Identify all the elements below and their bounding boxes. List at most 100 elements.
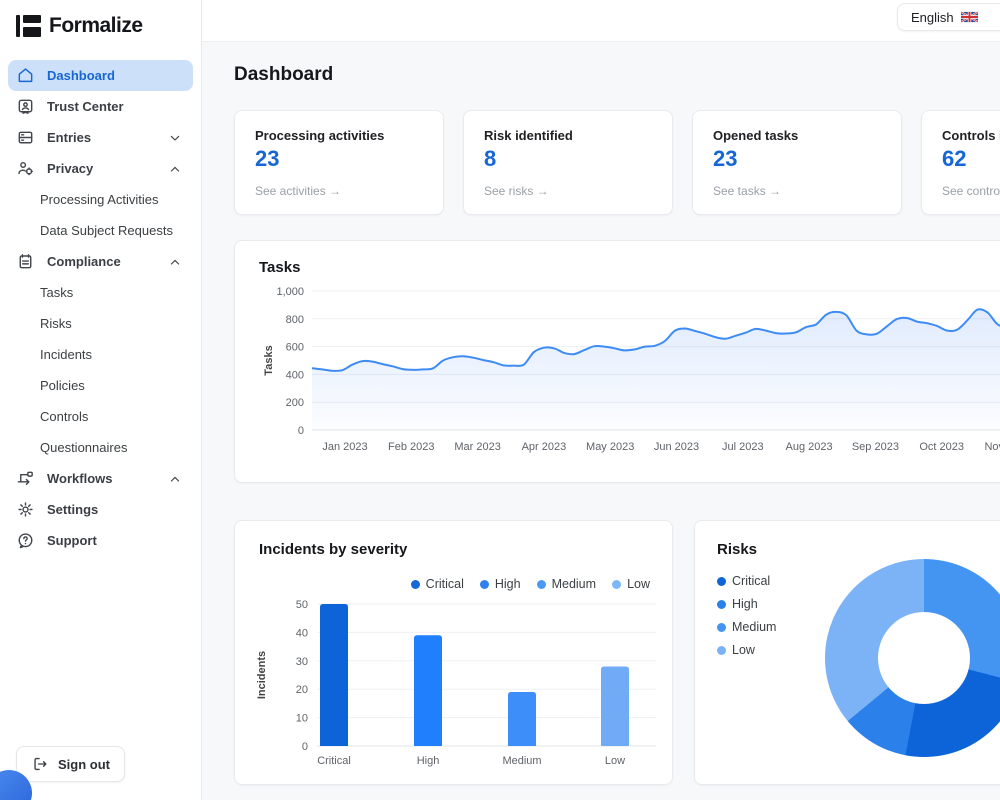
- incidents-chart-card: Incidents by severity CriticalHighMedium…: [234, 520, 673, 785]
- svg-text:Jan 2023: Jan 2023: [322, 441, 367, 453]
- svg-text:30: 30: [296, 656, 308, 668]
- compliance-icon: [16, 252, 35, 271]
- main-area: English Dashboard Processing activities2…: [202, 0, 1000, 800]
- sidebar-item-label: Support: [47, 533, 97, 548]
- risks-chart-card: Risks Critical High Medium Low: [694, 520, 1000, 785]
- stat-card-risk-identified: Risk identified 8 See risks →: [463, 110, 673, 215]
- sidebar-item-label: Workflows: [47, 471, 113, 486]
- stat-link[interactable]: See activities →: [255, 184, 423, 198]
- svg-text:50: 50: [296, 599, 308, 611]
- legend-dot-icon: [717, 600, 726, 609]
- svg-text:0: 0: [298, 425, 304, 437]
- settings-icon: [16, 500, 35, 519]
- tasks-chart-title: Tasks: [259, 259, 1000, 276]
- sidebar-item-label: Data Subject Requests: [40, 223, 173, 238]
- sidebar-item-support[interactable]: Support: [8, 525, 193, 556]
- svg-text:600: 600: [286, 342, 304, 354]
- legend-dot-icon: [717, 623, 726, 632]
- bottom-charts-row: Incidents by severity CriticalHighMedium…: [234, 520, 1000, 785]
- svg-text:Low: Low: [605, 755, 625, 767]
- svg-text:May 2023: May 2023: [586, 441, 634, 453]
- sidebar-item-questionnaires[interactable]: Questionnaires: [8, 432, 193, 463]
- svg-text:40: 40: [296, 627, 308, 639]
- tasks-chart-card: Tasks 02004006008001,000TasksJan 2023Feb…: [234, 240, 1000, 483]
- stat-value: 62: [942, 146, 1000, 172]
- formalize-logo-icon: [16, 15, 41, 37]
- sign-out-button[interactable]: Sign out: [16, 746, 125, 782]
- sidebar-item-incidents[interactable]: Incidents: [8, 339, 193, 370]
- language-selector[interactable]: English: [897, 3, 1000, 31]
- stat-label: Opened tasks: [713, 128, 881, 143]
- sidebar-item-settings[interactable]: Settings: [8, 494, 193, 525]
- svg-text:Incidents: Incidents: [256, 651, 268, 699]
- svg-text:Oct 2023: Oct 2023: [919, 441, 964, 453]
- stat-link[interactable]: See controls →: [942, 184, 1000, 198]
- svg-text:10: 10: [296, 713, 308, 725]
- chevron-up-icon: [167, 161, 183, 177]
- privacy-icon: [16, 159, 35, 178]
- risks-chart-title: Risks: [717, 541, 1000, 558]
- language-label: English: [911, 10, 954, 25]
- sidebar-item-label: Questionnaires: [40, 440, 127, 455]
- sidebar: Formalize Dashboard Trust Center Entries Pr…: [0, 0, 202, 800]
- badge-icon: [16, 97, 35, 116]
- sidebar-item-label: Entries: [47, 130, 91, 145]
- sidebar-item-processing-activities[interactable]: Processing Activities: [8, 184, 193, 215]
- svg-text:Apr 2023: Apr 2023: [522, 441, 567, 453]
- svg-text:400: 400: [286, 369, 304, 381]
- sidebar-item-workflows[interactable]: Workflows: [8, 463, 193, 494]
- sidebar-item-label: Dashboard: [47, 68, 115, 83]
- svg-text:800: 800: [286, 314, 304, 326]
- sidebar-item-privacy[interactable]: Privacy: [8, 153, 193, 184]
- entries-icon: [16, 128, 35, 147]
- sidebar-item-label: Tasks: [40, 285, 73, 300]
- stats-row: Processing activities23See activities →R…: [234, 110, 1000, 215]
- brand-logo: Formalize: [0, 0, 201, 44]
- workflows-icon: [16, 469, 35, 488]
- stat-link[interactable]: See risks →: [484, 184, 652, 198]
- svg-text:20: 20: [296, 684, 308, 696]
- stat-label: Risk identified: [484, 128, 652, 143]
- stat-value: 8: [484, 146, 652, 172]
- svg-text:200: 200: [286, 397, 304, 409]
- stat-label: Controls implemented: [942, 128, 1000, 143]
- sidebar-item-label: Policies: [40, 378, 85, 393]
- sidebar-item-trust-center[interactable]: Trust Center: [8, 91, 193, 122]
- stat-label: Processing activities: [255, 128, 423, 143]
- stat-link[interactable]: See tasks →: [713, 184, 881, 198]
- sidebar-nav: Dashboard Trust Center Entries Privacy Proce…: [0, 44, 201, 556]
- sign-out-label: Sign out: [58, 757, 110, 772]
- legend-label: Critical: [732, 574, 770, 588]
- svg-text:High: High: [417, 755, 440, 767]
- sidebar-item-compliance[interactable]: Compliance: [8, 246, 193, 277]
- legend-label: High: [732, 597, 758, 611]
- legend-label: Medium: [732, 620, 776, 634]
- legend-dot-icon: [717, 646, 726, 655]
- svg-text:Nov 2023: Nov 2023: [984, 441, 1000, 453]
- legend-label: Low: [732, 643, 755, 657]
- sidebar-item-label: Risks: [40, 316, 72, 331]
- chevron-up-icon: [167, 471, 183, 487]
- home-icon: [16, 66, 35, 85]
- legend-dot-icon: [717, 577, 726, 586]
- brand-name: Formalize: [49, 14, 143, 38]
- sidebar-item-tasks[interactable]: Tasks: [8, 277, 193, 308]
- sidebar-item-data-subject-requests[interactable]: Data Subject Requests: [8, 215, 193, 246]
- svg-text:Aug 2023: Aug 2023: [786, 441, 833, 453]
- svg-text:Jun 2023: Jun 2023: [654, 441, 699, 453]
- sidebar-item-label: Trust Center: [47, 99, 124, 114]
- sidebar-item-risks[interactable]: Risks: [8, 308, 193, 339]
- sidebar-item-controls[interactable]: Controls: [8, 401, 193, 432]
- stat-card-controls-implemented: Controls implemented 62 See controls →: [921, 110, 1000, 215]
- svg-text:Feb 2023: Feb 2023: [388, 441, 434, 453]
- svg-text:0: 0: [302, 741, 308, 753]
- svg-text:1,000: 1,000: [276, 286, 304, 298]
- sidebar-item-policies[interactable]: Policies: [8, 370, 193, 401]
- dashboard-content: Dashboard Processing activities23See act…: [202, 42, 1000, 785]
- svg-text:Medium: Medium: [502, 755, 541, 767]
- sidebar-item-dashboard[interactable]: Dashboard: [8, 60, 193, 91]
- svg-text:Sep 2023: Sep 2023: [852, 441, 899, 453]
- sidebar-item-label: Processing Activities: [40, 192, 159, 207]
- chevron-down-icon: [167, 130, 183, 146]
- sidebar-item-entries[interactable]: Entries: [8, 122, 193, 153]
